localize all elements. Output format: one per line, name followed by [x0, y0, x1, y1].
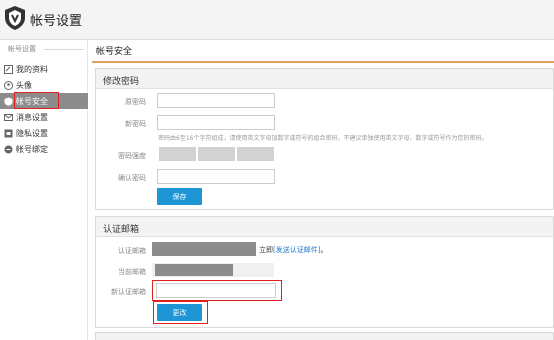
- new-password-input[interactable]: [157, 115, 275, 130]
- edit-icon: [4, 64, 13, 74]
- privacy-icon: [4, 129, 13, 138]
- sidebar: 帐号设置 我的资料 头像 帐号安全 消息设置 隐私设置 帐号绑定: [0, 40, 88, 340]
- email-section-title: 认证邮箱: [96, 217, 553, 237]
- verify-suffix: 。: [320, 246, 328, 254]
- confirm-password-input[interactable]: [157, 169, 275, 184]
- sidebar-item-label: 消息设置: [16, 112, 48, 122]
- page-title: 帐号设置: [30, 14, 83, 29]
- shield-icon: [4, 97, 13, 106]
- app-header: 帐号设置: [0, 0, 554, 40]
- sidebar-item-binding[interactable]: 帐号绑定: [0, 141, 88, 157]
- bind-icon: [4, 145, 13, 154]
- password-section-title: 修改密码: [96, 69, 553, 89]
- change-button[interactable]: 更改: [157, 304, 202, 321]
- new-email-label: 新认证邮箱: [111, 288, 146, 296]
- shield-logo-icon: [5, 6, 25, 30]
- sidebar-heading: 帐号设置: [8, 45, 36, 53]
- verify-action: 立即[发送认证邮件]。: [259, 245, 327, 255]
- sidebar-item-label: 帐号绑定: [16, 144, 48, 154]
- save-button[interactable]: 保存: [157, 188, 202, 205]
- sidebar-item-avatar[interactable]: 头像: [0, 77, 88, 93]
- verified-email-value: [152, 242, 256, 256]
- title-underline: [92, 61, 554, 63]
- strength-bar-medium: [198, 147, 235, 161]
- send-verification-link[interactable]: [发送认证邮件]: [273, 246, 320, 254]
- sidebar-item-label: 我的资料: [16, 64, 48, 74]
- current-email-label: 当前邮箱: [118, 268, 146, 276]
- old-password-label: 原密码: [125, 98, 146, 106]
- divider: [44, 49, 84, 50]
- sidebar-item-profile[interactable]: 我的资料: [0, 61, 88, 77]
- strength-label: 密码强度: [118, 152, 146, 160]
- sidebar-item-messages[interactable]: 消息设置: [0, 109, 88, 125]
- new-email-input[interactable]: [156, 283, 276, 298]
- sidebar-item-label: 隐私设置: [16, 128, 48, 138]
- sidebar-item-label: 头像: [16, 80, 32, 90]
- sidebar-item-security[interactable]: 帐号安全: [0, 93, 88, 109]
- verify-now-text: 立即: [259, 246, 273, 254]
- strength-bar-strong: [237, 147, 274, 161]
- old-password-input[interactable]: [157, 93, 275, 108]
- sidebar-item-label: 帐号安全: [16, 96, 48, 106]
- password-hint: 密码由6至16个字符组成，请使用英文字母加数字或符号的组合密码，不建议单独使用英…: [158, 135, 488, 142]
- current-email-value: [155, 264, 233, 276]
- confirm-password-label: 确认密码: [118, 174, 146, 182]
- sidebar-item-privacy[interactable]: 隐私设置: [0, 125, 88, 141]
- verified-email-label: 认证邮箱: [118, 247, 146, 255]
- avatar-icon: [4, 80, 13, 90]
- message-icon: [4, 113, 13, 122]
- next-section-edge: [95, 332, 554, 340]
- section-title: 帐号安全: [96, 47, 133, 57]
- new-password-label: 新密码: [125, 120, 146, 128]
- strength-bar-weak: [159, 147, 196, 161]
